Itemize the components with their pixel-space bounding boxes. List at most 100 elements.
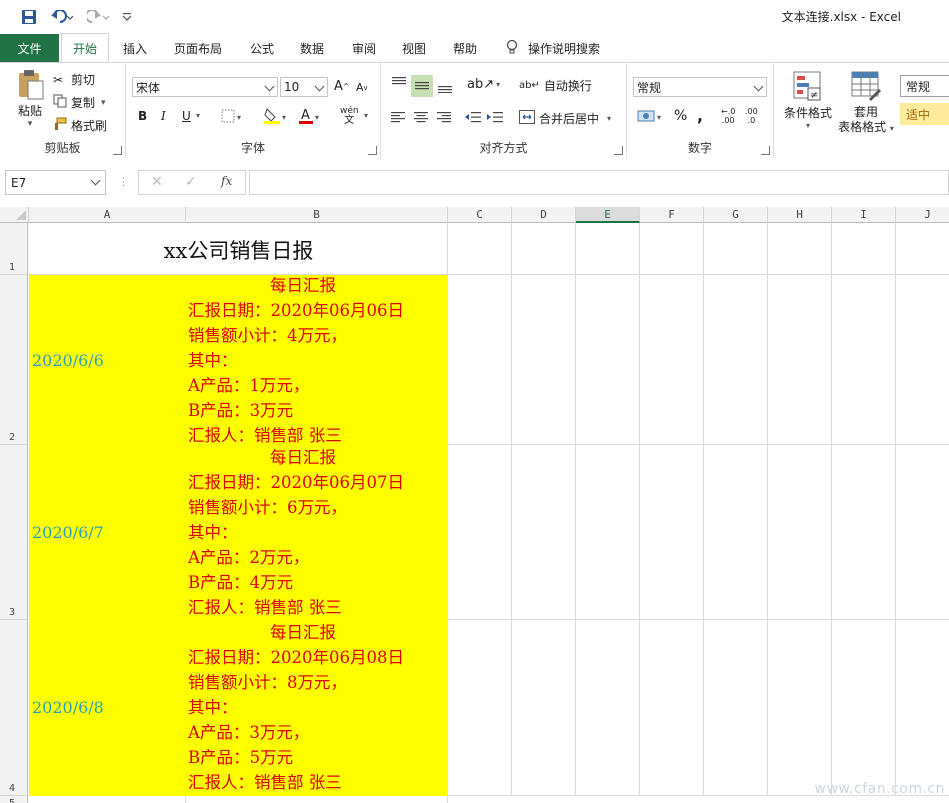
underline-button[interactable]: U <box>182 109 191 123</box>
formula-bar-grip-icon[interactable]: ⋮ <box>118 175 129 189</box>
tab-view[interactable]: 视图 <box>402 34 426 62</box>
customize-qat-icon[interactable] <box>118 7 136 27</box>
row-header-2[interactable]: 2 <box>0 275 28 445</box>
style-neutral[interactable]: 适中 <box>900 103 949 125</box>
tab-review[interactable]: 审阅 <box>352 34 376 62</box>
tab-home[interactable]: 开始 <box>61 33 109 63</box>
row-header-5[interactable]: 5 <box>0 796 28 803</box>
tell-me-search[interactable]: 操作说明搜索 <box>506 34 600 62</box>
column-header-c[interactable]: C <box>448 207 512 223</box>
redo-icon[interactable] <box>84 7 112 27</box>
row-header-1[interactable]: 1 <box>0 223 28 275</box>
accounting-format-button[interactable]: ▾ <box>637 109 661 126</box>
wrap-text-button[interactable]: ab↵ 自动换行 <box>519 77 592 94</box>
column-header-a[interactable]: A <box>29 207 186 223</box>
fill-color-button[interactable]: ▾ <box>263 107 286 128</box>
cell[interactable] <box>768 275 832 445</box>
column-header-d[interactable]: D <box>512 207 576 223</box>
increase-indent-button[interactable] <box>487 111 503 126</box>
enter-icon[interactable]: ✓ <box>185 174 197 190</box>
alignment-launcher-icon[interactable] <box>614 146 623 155</box>
cell[interactable] <box>512 275 576 445</box>
cell[interactable] <box>640 445 704 620</box>
font-name-select[interactable]: 宋体 <box>132 77 278 97</box>
column-header-f[interactable]: F <box>640 207 704 223</box>
align-center-button[interactable] <box>414 111 428 126</box>
orientation-button[interactable]: ab↗ ▾ <box>467 77 500 92</box>
phonetic-dropdown-icon[interactable]: ▾ <box>364 111 368 120</box>
align-top-button[interactable] <box>391 77 407 92</box>
align-left-button[interactable] <box>391 111 405 126</box>
cell[interactable] <box>896 445 949 620</box>
cell[interactable] <box>896 275 949 445</box>
italic-button[interactable]: I <box>161 109 166 123</box>
column-header-h[interactable]: H <box>768 207 832 223</box>
column-header-e[interactable]: E <box>576 207 640 223</box>
shrink-font-button[interactable]: Av <box>356 81 368 94</box>
cell[interactable] <box>186 796 448 803</box>
font-size-select[interactable]: 10 <box>280 77 328 97</box>
save-icon[interactable] <box>18 7 40 27</box>
percent-button[interactable]: % <box>674 108 687 124</box>
tab-data[interactable]: 数据 <box>300 34 324 62</box>
number-launcher-icon[interactable] <box>761 146 770 155</box>
style-normal[interactable]: 常规 <box>900 75 949 97</box>
decrease-indent-button[interactable] <box>465 111 481 126</box>
name-box[interactable]: E7 <box>5 170 106 195</box>
cell[interactable] <box>832 445 896 620</box>
tab-page-layout[interactable]: 页面布局 <box>174 34 222 62</box>
cell[interactable] <box>512 445 576 620</box>
format-painter-button[interactable]: 格式刷 <box>53 117 107 134</box>
formula-input[interactable] <box>249 170 949 195</box>
grow-font-button[interactable]: A ^ <box>334 79 350 94</box>
cell[interactable] <box>512 620 576 796</box>
cell[interactable] <box>640 223 704 275</box>
cell[interactable] <box>704 275 768 445</box>
format-as-table-button[interactable]: 套用 表格格式 ▾ <box>836 71 896 136</box>
select-all-corner[interactable] <box>0 207 29 223</box>
font-color-button[interactable]: A ▾ <box>298 107 319 128</box>
cell[interactable] <box>29 796 186 803</box>
cell[interactable] <box>448 223 512 275</box>
cell[interactable] <box>448 445 512 620</box>
paste-button[interactable]: 粘贴 ▾ <box>10 69 50 129</box>
cell[interactable] <box>576 445 640 620</box>
phonetic-button[interactable]: wén 文 <box>340 107 359 126</box>
decrease-decimal-button[interactable]: .00.0 <box>745 107 758 125</box>
comma-button[interactable]: , <box>697 106 703 125</box>
number-format-select[interactable]: 常规 <box>633 77 767 97</box>
cell[interactable] <box>896 620 949 796</box>
cut-button[interactable]: ✂ 剪切 <box>53 71 95 88</box>
column-header-b[interactable]: B <box>186 207 448 223</box>
copy-button[interactable]: 复制 ▾ <box>53 94 106 111</box>
align-middle-button[interactable] <box>411 75 433 97</box>
cell[interactable] <box>640 275 704 445</box>
cell[interactable] <box>768 620 832 796</box>
cell[interactable] <box>704 445 768 620</box>
row-header-3[interactable]: 3 <box>0 445 28 620</box>
clipboard-launcher-icon[interactable] <box>113 146 122 155</box>
cell[interactable] <box>448 620 512 796</box>
cell[interactable] <box>768 445 832 620</box>
cell[interactable] <box>832 275 896 445</box>
tab-file[interactable]: 文件 <box>0 34 59 62</box>
cell[interactable] <box>576 620 640 796</box>
tab-help[interactable]: 帮助 <box>453 34 477 62</box>
cell[interactable] <box>704 620 768 796</box>
cell[interactable] <box>576 275 640 445</box>
conditional-formatting-button[interactable]: ≠ 条件格式 ▾ <box>780 71 836 130</box>
font-launcher-icon[interactable] <box>368 146 377 155</box>
align-right-button[interactable] <box>437 111 451 126</box>
column-header-i[interactable]: I <box>832 207 896 223</box>
cell[interactable] <box>576 223 640 275</box>
align-bottom-button[interactable] <box>437 81 453 96</box>
column-header-j[interactable]: J <box>896 207 949 223</box>
underline-dropdown-icon[interactable]: ▾ <box>196 111 200 120</box>
row-header-4[interactable]: 4 <box>0 620 28 796</box>
cell[interactable] <box>832 620 896 796</box>
cancel-icon[interactable]: ✕ <box>151 174 163 190</box>
undo-icon[interactable] <box>48 7 76 27</box>
cell[interactable] <box>896 223 949 275</box>
cell[interactable] <box>448 275 512 445</box>
column-header-g[interactable]: G <box>704 207 768 223</box>
